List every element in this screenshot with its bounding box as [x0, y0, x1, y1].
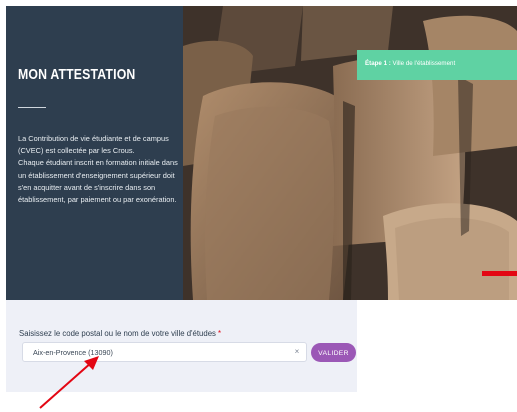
intro-paragraph-1: La Contribution de vie étudiante et de c…: [18, 134, 169, 156]
intro-panel: MON ATTESTATION La Contribution de vie é…: [6, 6, 183, 300]
intro-paragraph-2: Chaque étudiant inscrit en formation ini…: [18, 158, 178, 205]
step-indicator: Étape 1 : Ville de l'établissement: [357, 50, 517, 80]
page-title: MON ATTESTATION: [18, 66, 136, 83]
intro-description: La Contribution de vie étudiante et de c…: [18, 133, 188, 206]
required-mark: *: [217, 329, 222, 338]
step-title: Ville de l'établissement: [392, 60, 456, 67]
step-number: Étape 1 :: [365, 60, 391, 67]
city-search-form: Saisissez le code postal ou le nom de vo…: [6, 300, 357, 392]
validate-button[interactable]: VALIDER: [311, 343, 356, 362]
city-search-label: Saisissez le code postal ou le nom de vo…: [19, 329, 221, 338]
progress-accent-bar: [482, 271, 517, 276]
city-search-input[interactable]: [22, 342, 307, 362]
title-divider: [18, 107, 46, 108]
city-search-label-text: Saisissez le code postal ou le nom de vo…: [19, 329, 216, 338]
clear-search-button[interactable]: ×: [290, 345, 304, 359]
